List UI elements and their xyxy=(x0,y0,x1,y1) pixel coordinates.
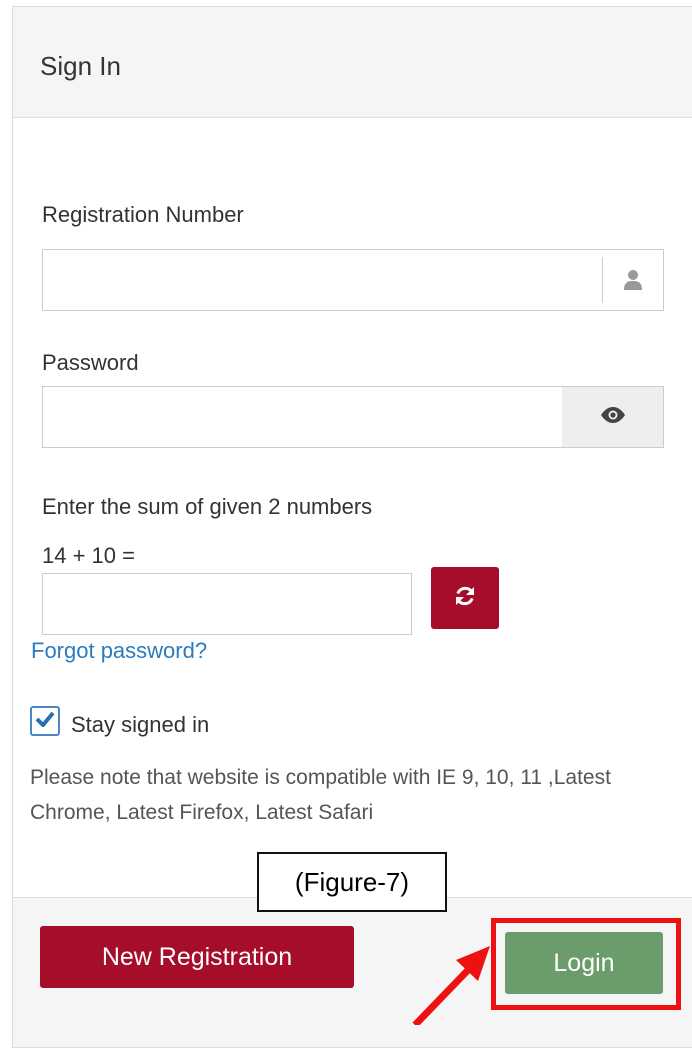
arrow-annotation xyxy=(412,946,490,1025)
